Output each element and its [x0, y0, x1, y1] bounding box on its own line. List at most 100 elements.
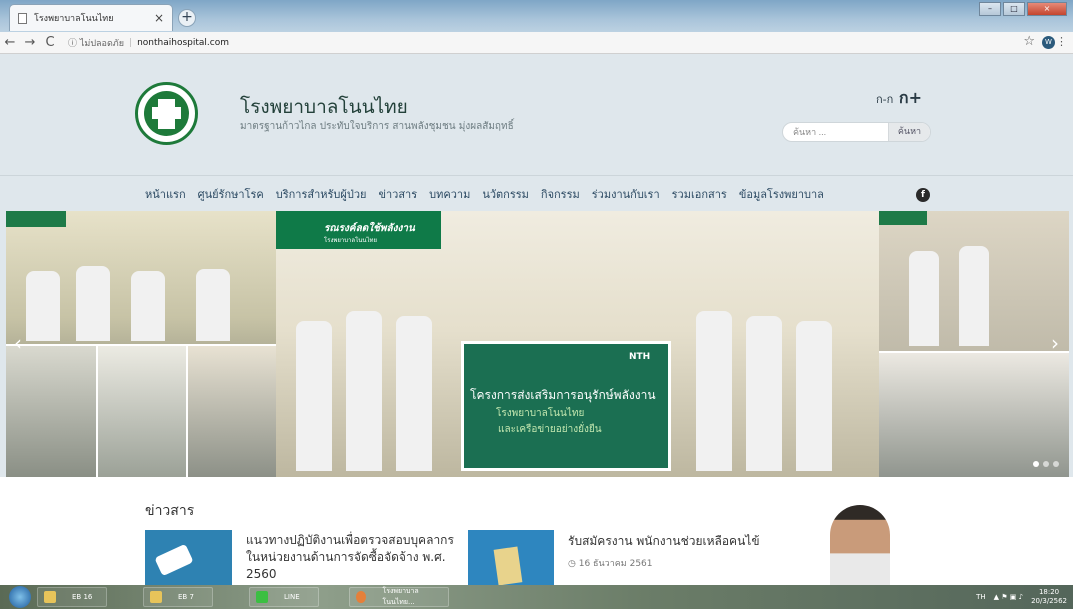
taskbar-item-label: EB 7 [178, 593, 194, 601]
taskbar-item-active[interactable]: โรงพยาบาลโนนไทย... [349, 587, 449, 607]
slide-photo-center: รณรงค์ลดใช้พลังงาน โรงพยาบาลโนนไทย NTH โ… [276, 211, 879, 477]
clock[interactable]: 18:20 20/3/2562 [1031, 588, 1067, 606]
address-bar: ← → C ⓘ ไม่ปลอดภัย | nonthaihospital.com… [0, 32, 1073, 54]
chrome-icon [356, 591, 367, 603]
facebook-icon[interactable]: f [916, 188, 930, 202]
news-thumbnail-megaphone[interactable] [145, 530, 232, 585]
nav-item-news[interactable]: ข่าวสาร [378, 185, 417, 203]
nav-item-careers[interactable]: ร่วมงานกับเรา [592, 185, 660, 203]
font-size-controls: ก-ก ก+ [876, 86, 922, 111]
slider-dots [1033, 461, 1059, 467]
slider-dot[interactable] [1033, 461, 1039, 467]
folder-icon [150, 591, 162, 603]
search-box: ค้นหา [782, 122, 931, 142]
people-figure [396, 316, 432, 471]
taskbar: EB 16 EB 7 LINE โรงพยาบาลโนนไทย... TH ▲ … [0, 585, 1073, 609]
slider-prev-arrow[interactable]: ‹ [14, 331, 22, 355]
search-input[interactable] [783, 127, 888, 137]
info-icon[interactable]: ⓘ [68, 36, 80, 49]
taskbar-item-label: LINE [284, 593, 300, 601]
window-controls: – □ × [979, 2, 1067, 16]
profile-avatar[interactable]: W [1042, 36, 1055, 49]
forward-icon[interactable]: → [20, 35, 40, 50]
slider-dot[interactable] [1043, 461, 1049, 467]
start-button[interactable] [9, 586, 31, 608]
director-photo [830, 505, 890, 585]
news-item-title[interactable]: รับสมัครงาน พนักงานช่วยเหลือคนไข้ [568, 532, 760, 551]
url-text[interactable]: nonthaihospital.com [137, 38, 229, 48]
taskbar-item-label: EB 16 [72, 593, 93, 601]
site-tagline: มาตรฐานก้าวไกล ประทับใจบริการ สานพลังชุม… [240, 121, 514, 132]
site-title[interactable]: โรงพยาบาลโนนไทย [240, 92, 408, 122]
minimize-button[interactable]: – [979, 2, 1001, 16]
back-icon[interactable]: ← [0, 35, 20, 50]
taskbar-item[interactable]: LINE [249, 587, 319, 607]
folder-icon [44, 591, 56, 603]
news-heading: ข่าวสาร [145, 503, 195, 519]
people-figure [131, 271, 165, 341]
close-window-button[interactable]: × [1027, 2, 1067, 16]
campaign-banner: NTH โครงการส่งเสริมการอนุรักษ์พลังงาน โร… [461, 341, 671, 471]
clock-date: 20/3/2562 [1031, 597, 1067, 605]
people-figure [909, 251, 939, 346]
campaign-title: โครงการส่งเสริมการอนุรักษ์พลังงาน [470, 388, 656, 402]
taskbar-item[interactable]: EB 7 [143, 587, 213, 607]
reload-icon[interactable]: C [40, 35, 60, 50]
news-item-title[interactable]: แนวทางปฏิบัติงานเพื่อตรวจสอบบุคลากรในหน่… [246, 532, 456, 583]
site-header: โรงพยาบาลโนนไทย มาตรฐานก้าวไกล ประทับใจบ… [0, 55, 1073, 175]
photo-tile [96, 346, 186, 477]
campaign-subtitle-1: โรงพยาบาลโนนไทย [496, 408, 585, 419]
nav-item-home[interactable]: หน้าแรก [145, 185, 186, 203]
news-thumbnail-document[interactable] [468, 530, 554, 585]
system-tray: TH ▲ ⚑ ▣ ♪ 18:20 20/3/2562 [976, 588, 1067, 606]
nav-item-innovation[interactable]: นวัตกรรม [482, 185, 529, 203]
news-section: ข่าวสาร แนวทางปฏิบัติงานเพื่อตรวจสอบบุคล… [0, 477, 1073, 585]
page-icon [18, 12, 27, 24]
url-separator: | [129, 37, 133, 48]
document-icon [493, 546, 523, 585]
nav-item-hospital-info[interactable]: ข้อมูลโรงพยาบาล [739, 185, 824, 203]
people-figure [746, 316, 782, 471]
people-figure [26, 271, 60, 341]
people-figure [346, 311, 382, 471]
browser-titlebar: โรงพยาบาลโนนไทย × + – □ × [0, 0, 1073, 32]
tab-close-icon[interactable]: × [154, 11, 164, 25]
nav-item-patient-services[interactable]: บริการสำหรับผู้ป่วย [276, 185, 367, 203]
taskbar-item-label: โรงพยาบาลโนนไทย... [382, 587, 419, 606]
slide-photo-left-bottom [6, 344, 276, 477]
people-figure [76, 266, 110, 341]
hospital-logo[interactable] [135, 82, 198, 145]
font-increase-button[interactable]: ก+ [899, 88, 922, 107]
campaign-subtitle-2: และเครือข่ายอย่างยั่งยืน [498, 424, 602, 435]
taskbar-item[interactable]: EB 16 [37, 587, 107, 607]
font-decrease-button[interactable]: ก-ก [876, 93, 893, 106]
url-field[interactable]: ⓘ ไม่ปลอดภัย | nonthaihospital.com [68, 36, 229, 50]
nav-item-activities[interactable]: กิจกรรม [541, 185, 580, 203]
search-button[interactable]: ค้นหา [888, 123, 930, 141]
clock-time: 18:20 [1038, 588, 1060, 596]
hero-slider[interactable]: รณรงค์ลดใช้พลังงาน โรงพยาบาลโนนไทย NTH โ… [6, 211, 1069, 477]
main-nav: หน้าแรก ศูนย์รักษาโรค บริการสำหรับผู้ป่ว… [0, 175, 1073, 211]
new-tab-button[interactable]: + [178, 9, 196, 27]
slide-photo-right-bottom [879, 351, 1069, 477]
slide-photo-left [6, 211, 276, 477]
tray-icons[interactable]: ▲ ⚑ ▣ ♪ [994, 593, 1023, 601]
nav-item-articles[interactable]: บทความ [429, 185, 470, 203]
bookmark-star-icon[interactable]: ☆ [1023, 34, 1035, 49]
people-figure [196, 269, 230, 341]
browser-menu-icon[interactable]: ⋮ [1056, 35, 1067, 48]
slider-dot[interactable] [1053, 461, 1059, 467]
line-app-icon [256, 591, 268, 603]
browser-tab[interactable]: โรงพยาบาลโนนไทย × [9, 4, 173, 31]
people-figure [296, 321, 332, 471]
slider-next-arrow[interactable]: › [1051, 331, 1059, 355]
clock-icon: ◷ [568, 559, 579, 569]
slide-header-badge [6, 211, 66, 227]
language-indicator[interactable]: TH [976, 593, 986, 601]
photo-tile [186, 346, 276, 477]
maximize-button[interactable]: □ [1003, 2, 1025, 16]
nav-item-documents[interactable]: รวมเอกสาร [672, 185, 727, 203]
nav-item-treatment-center[interactable]: ศูนย์รักษาโรค [198, 185, 264, 203]
campaign-header-text: รณรงค์ลดใช้พลังงาน [324, 223, 415, 234]
logo-cross-bar [152, 107, 181, 119]
